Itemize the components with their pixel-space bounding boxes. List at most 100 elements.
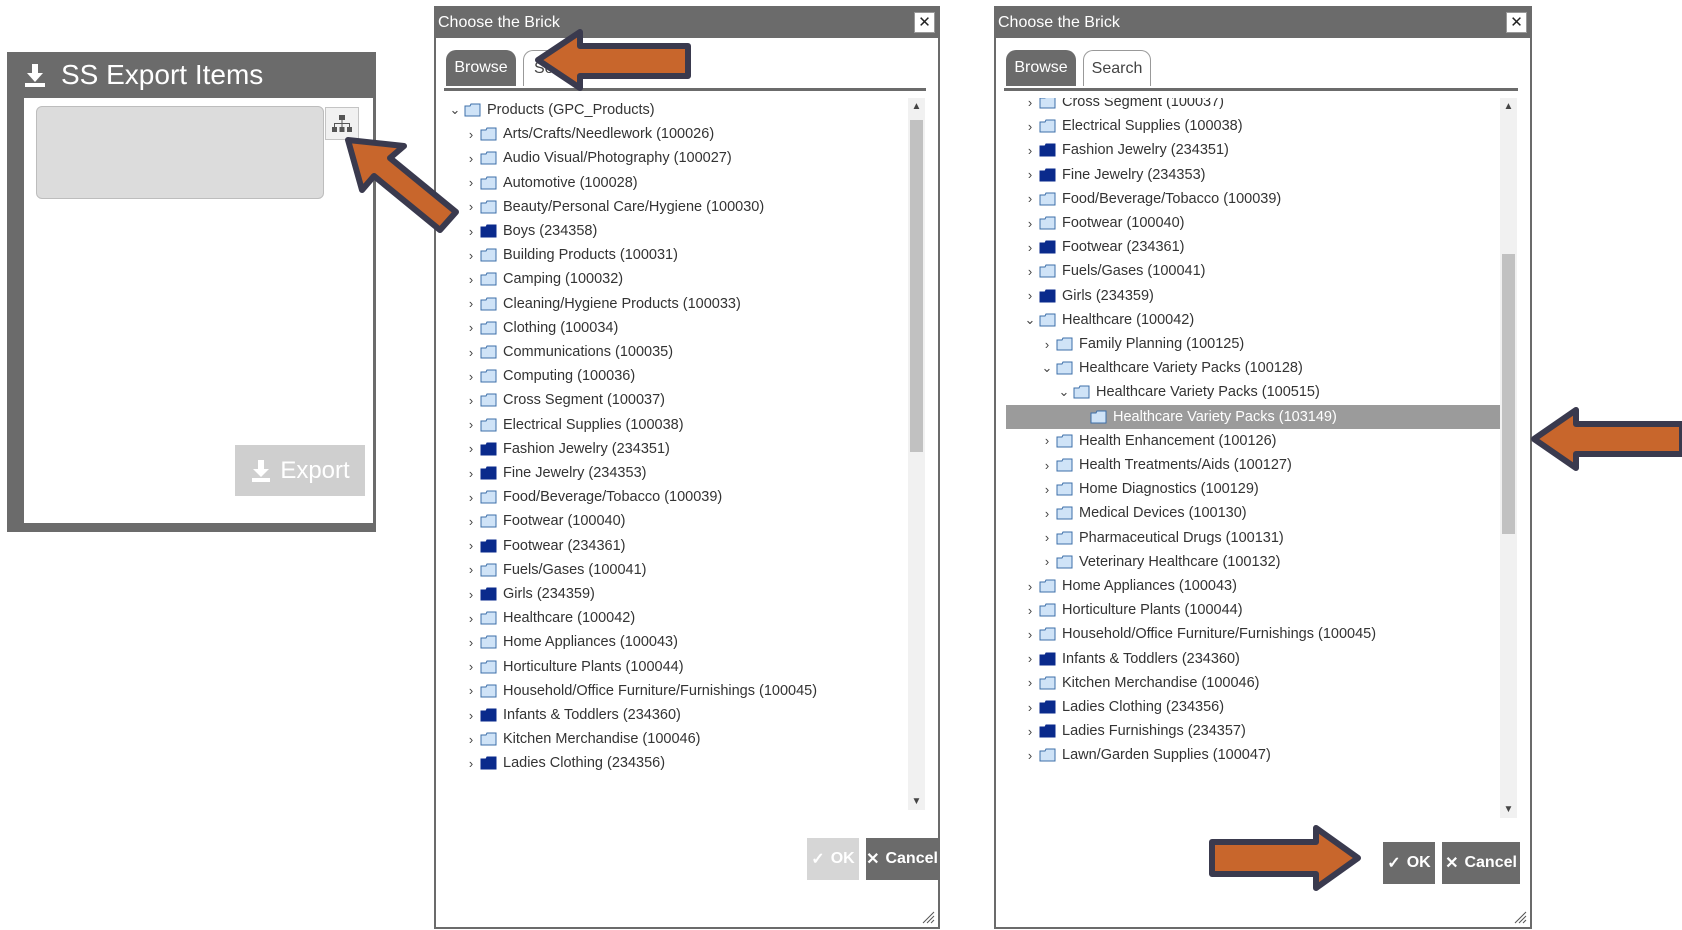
tree-scrollbar[interactable]: ▲ ▼ xyxy=(1500,98,1517,818)
tree-row[interactable]: › Horticulture Plants (100044) xyxy=(448,655,888,679)
chevron-right-icon[interactable]: › xyxy=(1023,264,1037,279)
chevron-right-icon[interactable]: › xyxy=(1040,506,1054,521)
tree-row[interactable]: › Pharmaceutical Drugs (100131) xyxy=(1006,526,1506,550)
chevron-right-icon[interactable]: › xyxy=(464,732,478,747)
tree-row[interactable]: › Horticulture Plants (100044) xyxy=(1006,598,1506,622)
tree-row[interactable]: › Cross Segment (100037) xyxy=(1006,98,1506,114)
chevron-right-icon[interactable]: › xyxy=(464,466,478,481)
chevron-right-icon[interactable]: › xyxy=(1040,433,1054,448)
tree-row[interactable]: › Veterinary Healthcare (100132) xyxy=(1006,550,1506,574)
close-icon[interactable]: ✕ xyxy=(1506,12,1527,33)
chevron-right-icon[interactable]: › xyxy=(1023,191,1037,206)
tree-row[interactable]: › Home Appliances (100043) xyxy=(448,630,888,654)
chevron-right-icon[interactable]: › xyxy=(1023,579,1037,594)
chevron-right-icon[interactable]: › xyxy=(464,151,478,166)
chevron-down-icon[interactable]: ⌄ xyxy=(1023,312,1037,328)
tree-row[interactable]: › Communications (100035) xyxy=(448,340,888,364)
chevron-down-icon[interactable]: ⌄ xyxy=(1057,384,1071,400)
export-button[interactable]: Export xyxy=(235,445,365,496)
tree-row[interactable]: › Ladies Clothing (234356) xyxy=(1006,695,1506,719)
ok-button[interactable]: ✓ OK xyxy=(807,838,859,880)
chevron-right-icon[interactable]: › xyxy=(464,756,478,771)
tree-row[interactable]: › Health Treatments/Aids (100127) xyxy=(1006,453,1506,477)
tree-row[interactable]: › Fuels/Gases (100041) xyxy=(448,558,888,582)
tree-row[interactable]: › Kitchen Merchandise (100046) xyxy=(448,727,888,751)
tree-row[interactable]: › Household/Office Furniture/Furnishings … xyxy=(448,679,888,703)
chevron-down-icon[interactable]: ⌄ xyxy=(1040,360,1054,376)
tree-row[interactable]: › Fuels/Gases (100041) xyxy=(1006,259,1506,283)
chevron-right-icon[interactable]: › xyxy=(1023,143,1037,158)
chevron-right-icon[interactable]: › xyxy=(464,683,478,698)
scroll-down-icon[interactable]: ▼ xyxy=(1500,801,1517,818)
tree-row[interactable]: › Kitchen Merchandise (100046) xyxy=(1006,671,1506,695)
resize-grip-icon[interactable] xyxy=(1513,910,1527,924)
chevron-right-icon[interactable]: › xyxy=(1040,530,1054,545)
chevron-right-icon[interactable]: › xyxy=(464,659,478,674)
tree-row[interactable]: › Electrical Supplies (100038) xyxy=(448,413,888,437)
tree-row[interactable]: › Electrical Supplies (100038) xyxy=(1006,114,1506,138)
chevron-right-icon[interactable]: › xyxy=(464,708,478,723)
tab-search[interactable]: Search xyxy=(1083,50,1151,86)
tree-row[interactable]: › Cleaning/Hygiene Products (100033) xyxy=(448,292,888,316)
cancel-button[interactable]: ✕ Cancel xyxy=(866,838,938,880)
scroll-up-icon[interactable]: ▲ xyxy=(1500,98,1517,115)
tree-row[interactable]: › Girls (234359) xyxy=(1006,284,1506,308)
tree-row[interactable]: › Fine Jewelry (234353) xyxy=(1006,163,1506,187)
chevron-right-icon[interactable]: › xyxy=(1023,748,1037,763)
tree-row[interactable]: › Home Appliances (100043) xyxy=(1006,574,1506,598)
tree-row[interactable]: › Household/Office Furniture/Furnishings … xyxy=(1006,622,1506,646)
tree-row[interactable]: › Fashion Jewelry (234351) xyxy=(448,437,888,461)
chevron-right-icon[interactable]: › xyxy=(464,320,478,335)
tree-row[interactable]: › Audio Visual/Photography (100027) xyxy=(448,146,888,170)
chevron-right-icon[interactable]: › xyxy=(464,417,478,432)
tree-row[interactable]: › Automotive (100028) xyxy=(448,171,888,195)
tab-browse[interactable]: Browse xyxy=(1006,50,1076,86)
chevron-right-icon[interactable]: › xyxy=(1023,98,1037,110)
chevron-right-icon[interactable]: › xyxy=(464,441,478,456)
tree-row[interactable]: › Ladies Clothing (234356) xyxy=(448,751,888,775)
chevron-right-icon[interactable]: › xyxy=(464,562,478,577)
chevron-right-icon[interactable]: › xyxy=(464,587,478,602)
cancel-button[interactable]: ✕ Cancel xyxy=(1442,842,1520,884)
tree-row[interactable]: › Building Products (100031) xyxy=(448,243,888,267)
chevron-right-icon[interactable]: › xyxy=(464,175,478,190)
scroll-thumb[interactable] xyxy=(1502,254,1515,534)
chevron-right-icon[interactable]: › xyxy=(1040,482,1054,497)
chevron-right-icon[interactable]: › xyxy=(464,611,478,626)
tree-row[interactable]: › Footwear (234361) xyxy=(1006,235,1506,259)
chevron-right-icon[interactable]: › xyxy=(1023,288,1037,303)
tree-row[interactable]: › Footwear (100040) xyxy=(1006,211,1506,235)
tree-row[interactable]: ⌄ Products (GPC_Products) xyxy=(448,98,888,122)
chevron-right-icon[interactable]: › xyxy=(464,514,478,529)
chevron-right-icon[interactable]: › xyxy=(1040,337,1054,352)
tree-row[interactable]: › Food/Beverage/Tobacco (100039) xyxy=(1006,187,1506,211)
tree-scrollbar[interactable]: ▲ ▼ xyxy=(908,98,925,810)
ok-button[interactable]: ✓ OK xyxy=(1383,842,1435,884)
chevron-right-icon[interactable]: › xyxy=(464,127,478,142)
tree-row[interactable]: › Healthcare (100042) xyxy=(448,606,888,630)
tree-row[interactable]: › Infants & Toddlers (234360) xyxy=(448,703,888,727)
chevron-right-icon[interactable]: › xyxy=(1023,216,1037,231)
tree-row[interactable]: › Family Planning (100125) xyxy=(1006,332,1506,356)
tree-row[interactable]: › Lawn/Garden Supplies (100047) xyxy=(1006,743,1506,767)
tree-row[interactable]: › Girls (234359) xyxy=(448,582,888,606)
chevron-right-icon[interactable]: › xyxy=(464,345,478,360)
chevron-right-icon[interactable]: › xyxy=(464,393,478,408)
chevron-right-icon[interactable]: › xyxy=(464,635,478,650)
chevron-right-icon[interactable]: › xyxy=(1023,675,1037,690)
tab-browse[interactable]: Browse xyxy=(446,50,516,86)
tree-row[interactable]: › Fine Jewelry (234353) xyxy=(448,461,888,485)
chevron-right-icon[interactable]: › xyxy=(1023,119,1037,134)
tree-row[interactable]: › Arts/Crafts/Needlework (100026) xyxy=(448,122,888,146)
chevron-right-icon[interactable]: › xyxy=(1023,167,1037,182)
tree-row[interactable]: ⌄ Healthcare Variety Packs (100128) xyxy=(1006,356,1506,380)
tree-row[interactable]: › Health Enhancement (100126) xyxy=(1006,429,1506,453)
chevron-right-icon[interactable]: › xyxy=(464,224,478,239)
chevron-right-icon[interactable]: › xyxy=(464,199,478,214)
chevron-right-icon[interactable]: › xyxy=(464,248,478,263)
tree-row[interactable]: › Medical Devices (100130) xyxy=(1006,501,1506,525)
tree-row[interactable]: › Home Diagnostics (100129) xyxy=(1006,477,1506,501)
chevron-right-icon[interactable]: › xyxy=(464,490,478,505)
brick-field[interactable] xyxy=(36,106,324,199)
chevron-right-icon[interactable]: › xyxy=(464,538,478,553)
